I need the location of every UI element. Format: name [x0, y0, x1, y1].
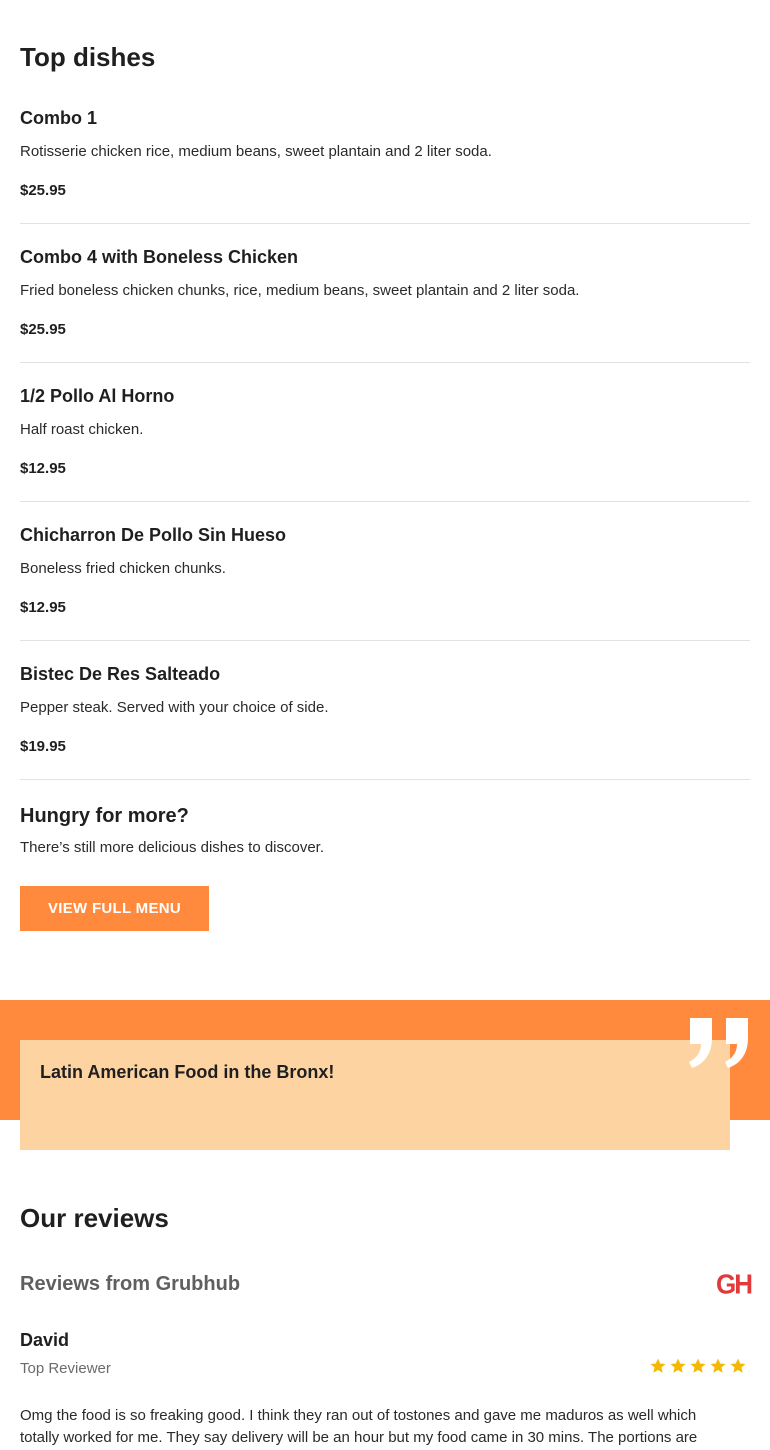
dish-item[interactable]: Combo 4 with Boneless Chicken Fried bone… — [20, 246, 750, 340]
quote-icon — [689, 1018, 748, 1068]
hungry-for-more-subtitle: There’s still more delicious dishes to d… — [20, 839, 325, 856]
rating-stars — [649, 1357, 747, 1375]
dish-item[interactable]: Bistec De Res Salteado Pepper steak. Ser… — [20, 663, 750, 757]
dish-item[interactable]: Chicharron De Pollo Sin Hueso Boneless f… — [20, 524, 750, 618]
reviews-source-label: Reviews from Grubhub — [20, 1273, 241, 1295]
dish-item[interactable]: 1/2 Pollo Al Horno Half roast chicken. $… — [20, 385, 750, 479]
reviewer-badge: Top Reviewer — [20, 1360, 111, 1377]
star-icon — [670, 1358, 686, 1373]
quote-card: Latin American Food in the Bronx! — [20, 1040, 730, 1150]
hungry-for-more-title: Hungry for more? — [20, 805, 189, 827]
divider — [20, 501, 750, 502]
dish-item[interactable]: Combo 1 Rotisserie chicken rice, medium … — [20, 107, 750, 201]
dish-description: Boneless fried chicken chunks. — [20, 560, 226, 577]
our-reviews-title: Our reviews — [20, 1203, 169, 1233]
star-icon — [710, 1358, 726, 1373]
divider — [20, 223, 750, 224]
dish-description: Half roast chicken. — [20, 421, 144, 438]
grubhub-logo[interactable]: GH — [716, 1268, 753, 1301]
dish-price: $25.95 — [20, 182, 66, 199]
divider — [20, 640, 750, 641]
dish-name: Combo 1 — [20, 108, 98, 128]
top-dishes-title: Top dishes — [20, 42, 156, 72]
dish-description: Fried boneless chicken chunks, rice, med… — [20, 282, 580, 299]
dish-description: Rotisserie chicken rice, medium beans, s… — [20, 143, 492, 160]
dish-price: $12.95 — [20, 460, 66, 477]
dish-name: 1/2 Pollo Al Horno — [20, 386, 175, 406]
dish-name: Combo 4 with Boneless Chicken — [20, 247, 299, 267]
dish-price: $19.95 — [20, 738, 66, 755]
quote-text: Latin American Food in the Bronx! — [40, 1062, 335, 1082]
reviewer-name: David — [20, 1330, 70, 1350]
dish-name: Bistec De Res Salteado — [20, 664, 221, 684]
divider — [20, 779, 750, 780]
view-full-menu-button[interactable]: VIEW FULL MENU — [20, 886, 209, 931]
review-text: Omg the food is so freaking good. I thin… — [20, 1407, 698, 1446]
divider — [20, 362, 750, 363]
star-icon — [690, 1358, 706, 1373]
star-icon — [650, 1358, 666, 1373]
dish-price: $25.95 — [20, 321, 66, 338]
dish-name: Chicharron De Pollo Sin Hueso — [20, 525, 287, 545]
star-icon — [730, 1358, 746, 1373]
dish-description: Pepper steak. Served with your choice of… — [20, 699, 329, 716]
dish-price: $12.95 — [20, 599, 66, 616]
